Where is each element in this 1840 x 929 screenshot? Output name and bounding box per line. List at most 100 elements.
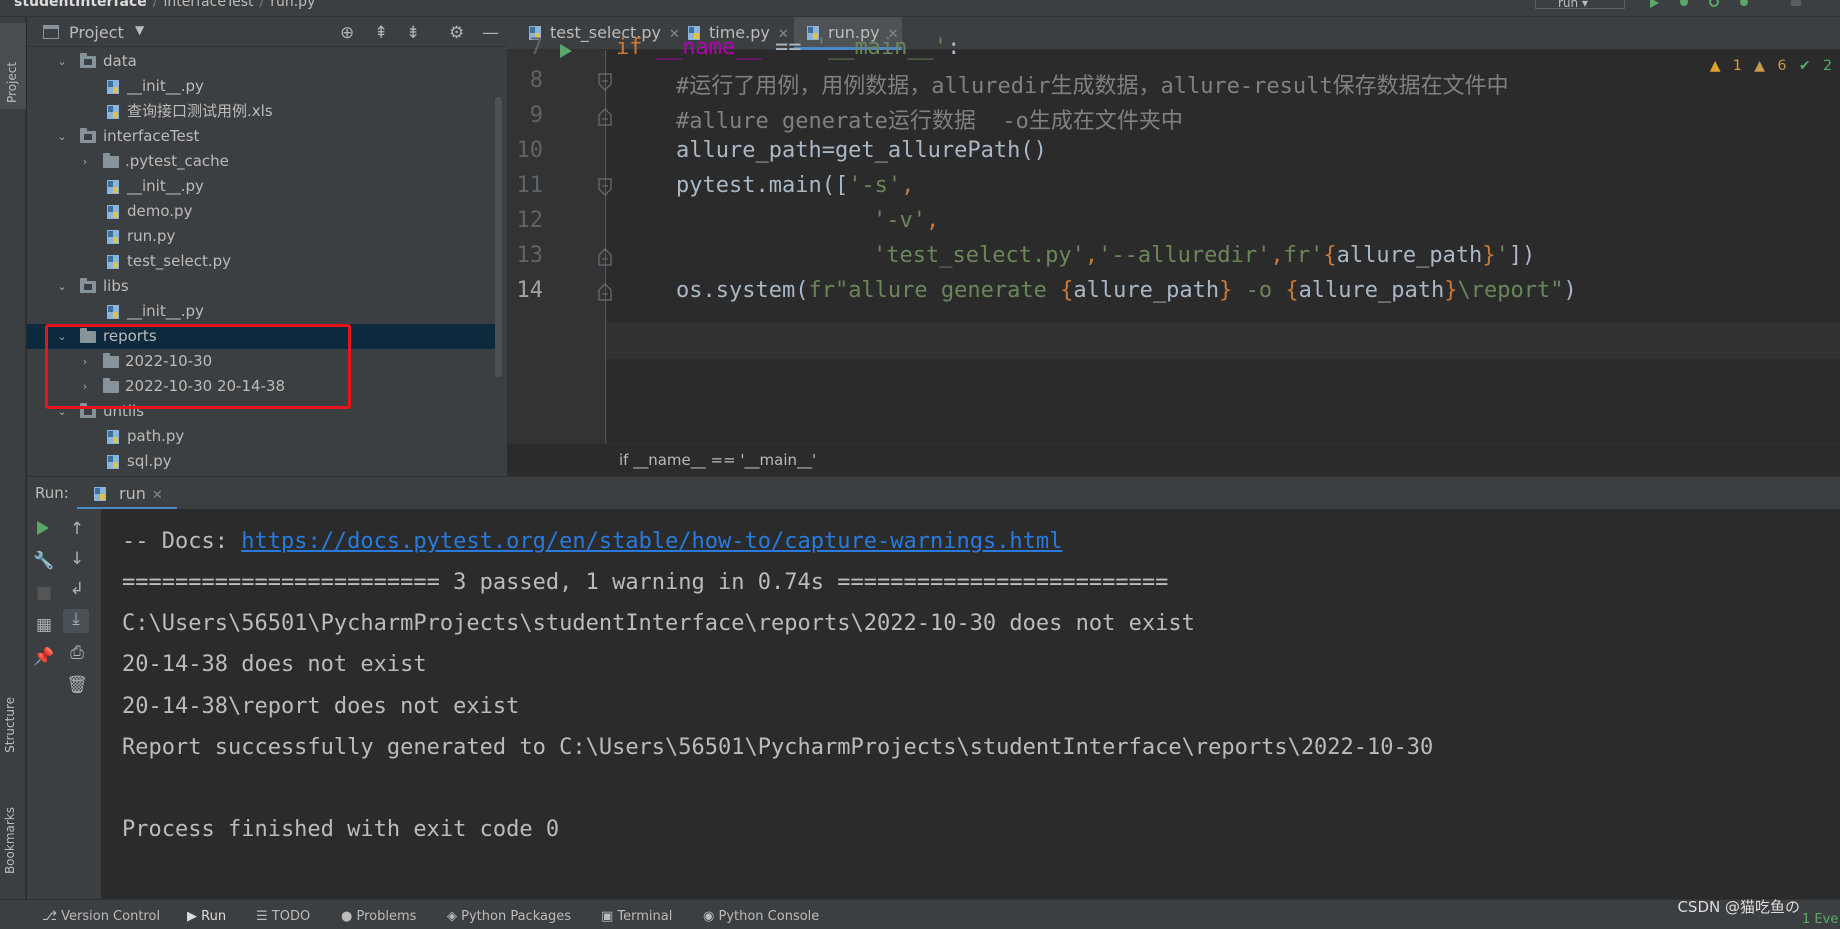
- chevron-down-icon[interactable]: ⌄: [56, 49, 68, 74]
- tree-file[interactable]: path.py: [27, 424, 495, 449]
- tool-window-version-control[interactable]: ⎇ Version Control: [42, 909, 160, 924]
- fold-icon[interactable]: [597, 73, 613, 91]
- tree-folder-data[interactable]: ⌄ data: [27, 49, 495, 74]
- tool-window-python-console[interactable]: ◉ Python Console: [703, 909, 819, 924]
- chevron-right-icon[interactable]: ›: [79, 149, 91, 174]
- scroll-to-end-icon[interactable]: ⤓: [63, 609, 89, 633]
- code-editor[interactable]: 7 if __name__ == '__main__': 8 #运行了用例，用例…: [507, 35, 1840, 476]
- docs-link[interactable]: https://docs.pytest.org/en/stable/how-to…: [241, 529, 1062, 554]
- warning-count[interactable]: ▲ 6: [1754, 58, 1786, 74]
- code-line-10: allure_path=get_allurePath(): [676, 138, 1047, 163]
- line-number: 9: [529, 103, 543, 128]
- run-icon[interactable]: [1648, 0, 1660, 8]
- tool-window-run[interactable]: ▶ Run: [187, 909, 226, 924]
- tool-window-todo[interactable]: ☰ TODO: [256, 909, 310, 924]
- project-tool-tab[interactable]: Project: [0, 23, 26, 109]
- tree-file[interactable]: __init__.py: [27, 74, 495, 99]
- arrow-up-icon[interactable]: ↑: [65, 519, 89, 539]
- tree-folder-interfacetest[interactable]: ⌄ interfaceTest: [27, 124, 495, 149]
- folder-icon: [80, 53, 96, 68]
- console-line: 20-14-38\report does not exist: [122, 694, 520, 719]
- code-line-7: if __name__ == '__main__':: [616, 35, 961, 60]
- run-panel-header: Run: run ✕: [27, 476, 1840, 510]
- console-line: Report successfully generated to C:\User…: [122, 735, 1434, 760]
- inspection-indicators[interactable]: ▲ 1 ▲ 6 ✔ 2: [1702, 58, 1832, 74]
- tree-folder-pytest-cache[interactable]: › .pytest_cache: [27, 149, 495, 174]
- tree-file[interactable]: run.py: [27, 224, 495, 249]
- python-file-icon: [107, 180, 119, 194]
- tree-file[interactable]: 查询接口测试用例.xls: [27, 99, 495, 124]
- project-scrollbar[interactable]: [495, 97, 502, 377]
- tree-folder-libs[interactable]: ⌄ libs: [27, 274, 495, 299]
- gear-icon[interactable]: ⚙: [449, 23, 464, 43]
- run-panel-label: Run:: [35, 484, 69, 502]
- pin-icon[interactable]: 📌: [32, 647, 56, 667]
- run-config-selector[interactable]: run ▾: [1535, 0, 1625, 10]
- layout-icon[interactable]: ▦: [32, 615, 56, 635]
- code-line-12: '-v',: [873, 208, 940, 233]
- python-file-icon: [107, 80, 119, 94]
- bookmarks-tool-tab[interactable]: Bookmarks: [3, 807, 17, 874]
- tree-file[interactable]: demo.py: [27, 199, 495, 224]
- arrow-down-icon[interactable]: ↓: [65, 549, 89, 569]
- crumb-project[interactable]: studentInterface: [14, 0, 147, 10]
- collapse-all-icon[interactable]: ⇟: [406, 23, 420, 43]
- line-number: 13: [516, 243, 544, 268]
- python-file-icon: [107, 105, 119, 119]
- line-number: 7: [529, 35, 543, 60]
- run-tab[interactable]: run ✕: [77, 477, 177, 510]
- code-breadcrumb[interactable]: if __name__ == '__main__': [507, 443, 1840, 476]
- typo-count[interactable]: ✔ 2: [1799, 58, 1832, 74]
- expand-all-icon[interactable]: ⇞: [374, 23, 388, 43]
- python-file-icon: [107, 255, 119, 269]
- soft-wrap-icon[interactable]: ↲: [65, 579, 89, 599]
- stop-icon[interactable]: [1790, 0, 1802, 8]
- current-line-highlight: [607, 323, 1840, 359]
- error-count[interactable]: ▲ 1: [1710, 58, 1742, 74]
- crumb-folder[interactable]: interfaceTest: [164, 0, 254, 10]
- tool-window-problems[interactable]: ● Problems: [341, 909, 416, 924]
- run-gutter-icon[interactable]: [559, 44, 573, 58]
- title-bar: studentInterface / interfaceTest / run.py ru…: [0, 0, 1840, 17]
- locate-icon[interactable]: ⊕: [340, 23, 354, 43]
- python-file-icon: [107, 305, 119, 319]
- code-line-13: 'test_select.py','--alluredir',fr'{allur…: [873, 243, 1536, 268]
- project-panel-title[interactable]: Project: [69, 23, 124, 42]
- project-panel-header: Project ▼ ⊕ ⇞ ⇟ ⚙ —: [27, 17, 507, 47]
- tree-file[interactable]: __init__.py: [27, 174, 495, 199]
- run-toolbar: 🔧 ■ ▦ 📌 ↑ ↓ ↲ ⤓ ⎙ 🗑: [27, 509, 101, 899]
- hide-panel-icon[interactable]: —: [482, 23, 499, 43]
- rerun-icon[interactable]: [36, 521, 50, 535]
- folder-icon: [103, 153, 119, 168]
- trash-icon[interactable]: 🗑: [65, 675, 89, 695]
- run-console[interactable]: -- Docs: https://docs.pytest.org/en/stab…: [101, 509, 1840, 908]
- fold-icon[interactable]: [597, 248, 613, 266]
- python-file-icon: [107, 230, 119, 244]
- close-icon[interactable]: ✕: [152, 488, 163, 503]
- coverage-icon[interactable]: [1708, 0, 1720, 8]
- profile-icon[interactable]: [1738, 0, 1750, 8]
- csdn-watermark: CSDN @猫吃鱼の: [1677, 898, 1800, 916]
- fold-icon[interactable]: [597, 108, 613, 126]
- python-file-icon: [107, 205, 119, 219]
- debug-icon[interactable]: [1678, 0, 1690, 8]
- tool-window-python-packages[interactable]: ◈ Python Packages: [447, 909, 571, 924]
- event-log[interactable]: 1 Eve: [1802, 912, 1838, 927]
- fold-icon[interactable]: [597, 178, 613, 196]
- crumb-file[interactable]: run.py: [270, 0, 315, 10]
- chevron-down-icon[interactable]: ⌄: [56, 274, 68, 299]
- console-summary-line: ======================== 3 passed, 1 war…: [122, 570, 1169, 595]
- highlight-annotation-box: [45, 324, 351, 409]
- print-icon[interactable]: ⎙: [65, 643, 89, 663]
- chevron-down-icon[interactable]: ⌄: [56, 124, 68, 149]
- fold-icon[interactable]: [597, 283, 613, 301]
- stop-icon[interactable]: ■: [32, 583, 56, 603]
- chevron-down-icon[interactable]: ▼: [135, 23, 144, 37]
- wrench-icon[interactable]: 🔧: [32, 551, 56, 571]
- tree-file[interactable]: test_select.py: [27, 249, 495, 274]
- structure-tool-tab[interactable]: Structure: [3, 697, 17, 753]
- tree-file[interactable]: sql.py: [27, 449, 495, 474]
- tree-file[interactable]: __init__.py: [27, 299, 495, 324]
- line-number: 8: [529, 68, 543, 93]
- tool-window-terminal[interactable]: ▣ Terminal: [601, 909, 672, 924]
